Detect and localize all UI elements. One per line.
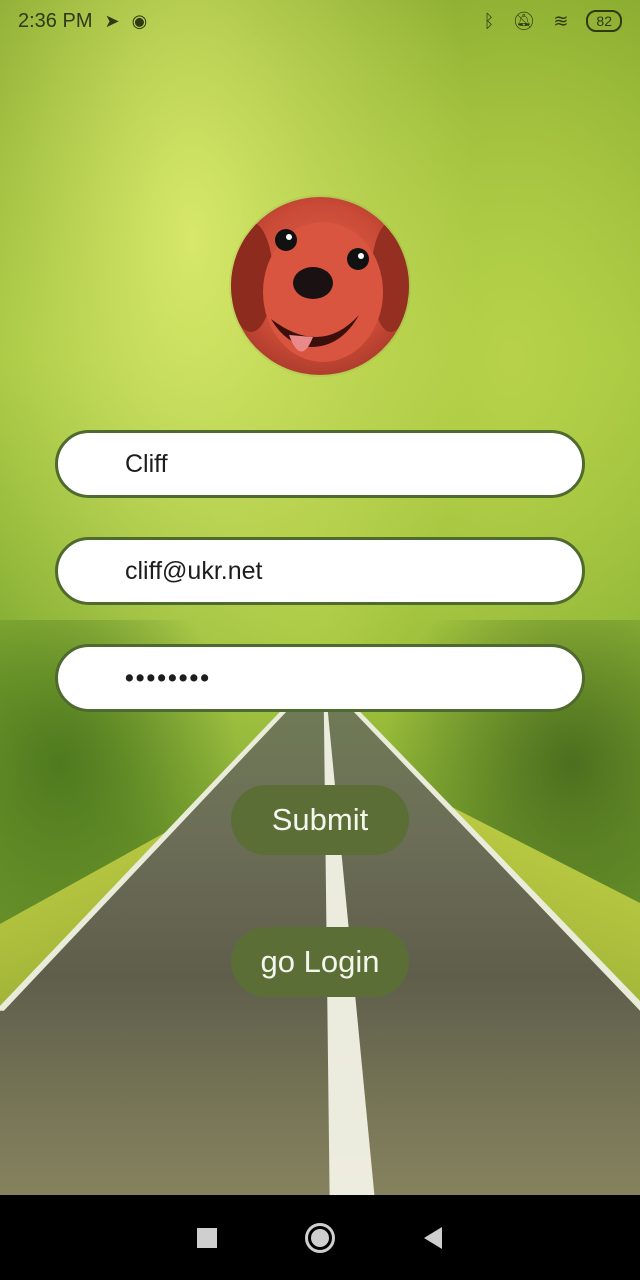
- dog-avatar: [231, 197, 409, 375]
- wifi-icon: ≋: [553, 11, 569, 31]
- email-input[interactable]: [125, 556, 582, 586]
- dog-face-icon: [231, 222, 409, 362]
- system-nav-bar: [0, 1195, 640, 1280]
- go-login-button[interactable]: go Login: [231, 927, 409, 997]
- back-button[interactable]: [413, 1218, 453, 1258]
- home-button[interactable]: [300, 1218, 340, 1258]
- app-icon: ◉: [131, 11, 148, 31]
- battery-level: 82: [596, 13, 612, 29]
- status-time: 2:36 PM: [18, 9, 93, 32]
- submit-button[interactable]: Submit: [231, 785, 409, 855]
- email-field[interactable]: [55, 537, 585, 605]
- name-field[interactable]: [55, 430, 585, 498]
- status-bar: 2:36 PM ➤ ◉ ᛒ 🔕︎ ≋ 82: [0, 0, 640, 42]
- battery-icon: 82: [586, 10, 622, 32]
- password-field[interactable]: [55, 644, 585, 712]
- back-icon: [424, 1226, 443, 1249]
- recent-apps-icon: [196, 1227, 217, 1248]
- name-input[interactable]: [125, 449, 582, 479]
- silent-icon: 🔕︎: [512, 11, 536, 31]
- bluetooth-icon: ᛒ: [483, 11, 495, 31]
- home-icon: [304, 1222, 335, 1253]
- password-input[interactable]: [125, 663, 582, 693]
- recent-apps-button[interactable]: [187, 1218, 227, 1258]
- telegram-icon: ➤: [104, 11, 120, 31]
